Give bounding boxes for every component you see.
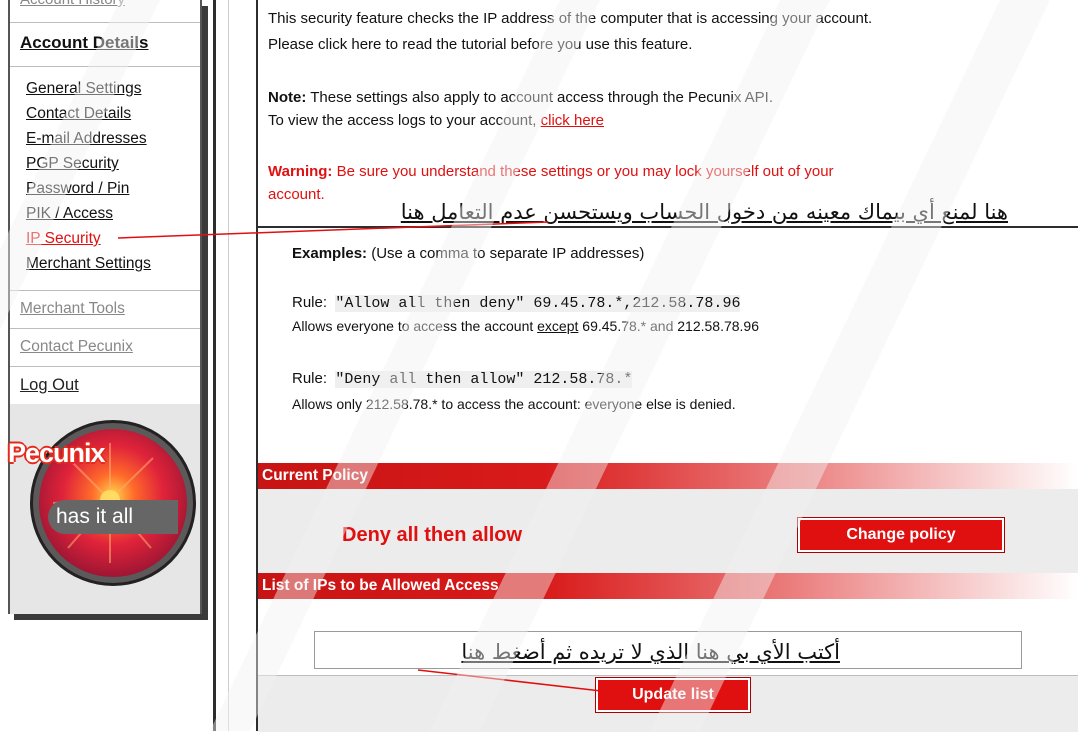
annotation-arrows <box>117 221 611 693</box>
pointer-line-ip-security <box>117 221 549 239</box>
pointer-line-update-list <box>417 669 611 693</box>
